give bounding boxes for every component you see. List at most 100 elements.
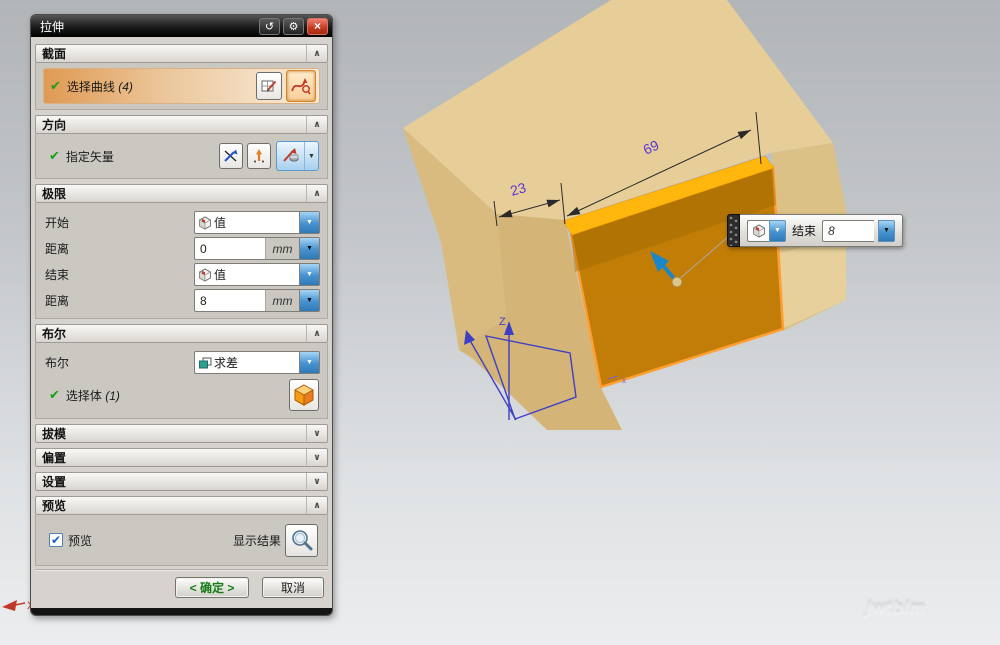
boolean-label: 布尔 bbox=[43, 354, 194, 371]
check-icon: ✔ bbox=[49, 387, 60, 403]
section-content-direction: ✔ 指定矢量 ▼ bbox=[35, 134, 328, 179]
section-content-preview: ✔ 预览 显示结果 bbox=[35, 515, 328, 566]
drag-handle-sphere[interactable] bbox=[672, 277, 682, 287]
solid-cube-icon bbox=[292, 383, 316, 407]
select-body-label: 选择体 bbox=[66, 389, 102, 403]
end-type-value: 值 bbox=[214, 266, 299, 283]
chevron-down-icon[interactable]: ∨ bbox=[306, 425, 327, 442]
chevron-down-icon[interactable]: ∨ bbox=[306, 449, 327, 466]
preview-checkbox[interactable]: ✔ bbox=[49, 533, 63, 547]
watermark: jwtbim bbox=[866, 598, 976, 620]
section-header-boolean[interactable]: 布尔 ∧ bbox=[35, 324, 328, 343]
chevron-down-icon[interactable]: ∨ bbox=[306, 473, 327, 490]
dialog-title: 拉伸 bbox=[40, 18, 256, 35]
section-content-boolean: 布尔 求差 ▼ ✔ 选择体 (1) bbox=[35, 343, 328, 419]
section-header-limits[interactable]: 极限 ∧ bbox=[35, 184, 328, 203]
dialog-titlebar[interactable]: 拉伸 ↺ ⚙ × bbox=[31, 15, 332, 37]
boolean-type-value: 求差 bbox=[214, 354, 299, 371]
dropdown-arrow-icon[interactable]: ▼ bbox=[769, 220, 786, 242]
application-window: Z x 69 23 X jwtbim bbox=[0, 0, 1000, 645]
value-cube-icon bbox=[747, 220, 769, 242]
dialog-resize-bar[interactable] bbox=[31, 608, 332, 615]
section-content-limits: 开始 值 ▼ 距离 mm ▼ 结束 bbox=[35, 203, 328, 319]
orange-arrow-icon bbox=[251, 148, 267, 164]
select-curve-count: (4) bbox=[118, 80, 133, 94]
cancel-button[interactable]: 取消 bbox=[262, 577, 324, 598]
start-distance-unit: mm bbox=[265, 238, 299, 259]
select-body-button[interactable] bbox=[289, 379, 319, 411]
sketch-x-axis-label: x bbox=[622, 376, 626, 385]
select-curve-label: 选择曲线 bbox=[67, 80, 115, 94]
curve-icon bbox=[290, 75, 312, 97]
specify-vector-label: 指定矢量 bbox=[66, 148, 215, 165]
chevron-up-icon[interactable]: ∧ bbox=[306, 116, 327, 133]
x-axis-line bbox=[15, 603, 25, 605]
select-curve-row[interactable]: ✔ 选择曲线 (4) bbox=[43, 68, 320, 104]
select-body-count: (1) bbox=[105, 389, 120, 403]
chevron-up-icon[interactable]: ∧ bbox=[306, 497, 327, 514]
curve-select-button[interactable] bbox=[286, 70, 316, 102]
check-icon: ✔ bbox=[50, 78, 61, 94]
vector-arrow-icon bbox=[277, 142, 304, 170]
toolbar-drag-grip[interactable] bbox=[727, 214, 740, 247]
end-distance-field: mm ▼ bbox=[194, 289, 320, 312]
start-label: 开始 bbox=[43, 214, 194, 231]
x-axis-arrowhead bbox=[2, 600, 17, 611]
boolean-type-dropdown[interactable]: 求差 ▼ bbox=[194, 351, 320, 374]
gear-icon[interactable]: ⚙ bbox=[283, 18, 304, 35]
sketch-icon bbox=[260, 77, 278, 95]
end-limit-option-dropdown[interactable]: ▼ bbox=[747, 220, 786, 242]
end-distance-spinner[interactable]: ▼ bbox=[878, 220, 895, 242]
specify-vector-row[interactable]: ✔ 指定矢量 ▼ bbox=[43, 139, 320, 173]
mini-toolbar-panel: ▼ 结束 ▼ bbox=[740, 214, 903, 247]
chevron-up-icon[interactable]: ∧ bbox=[306, 325, 327, 342]
extrude-dialog: 拉伸 ↺ ⚙ × 截面 ∧ ✔ 选择曲线 (4) bbox=[30, 14, 333, 616]
show-result-label: 显示结果 bbox=[233, 532, 281, 549]
vector-cross-icon bbox=[223, 148, 239, 164]
section-header-draft[interactable]: 拔模 ∨ bbox=[35, 424, 328, 443]
z-axis-label: Z bbox=[499, 316, 506, 328]
start-distance-spinner[interactable]: ▼ bbox=[299, 238, 319, 259]
dropdown-arrow-icon[interactable]: ▼ bbox=[299, 212, 319, 233]
end-label: 结束 bbox=[43, 266, 194, 283]
on-screen-mini-toolbar: ▼ 结束 ▼ bbox=[727, 214, 903, 247]
start-distance-input[interactable] bbox=[195, 238, 265, 259]
value-cube-icon bbox=[198, 216, 212, 230]
ok-button[interactable]: < 确定 > bbox=[175, 577, 249, 598]
chevron-up-icon[interactable]: ∧ bbox=[306, 185, 327, 202]
section-header-cross-section[interactable]: 截面 ∧ bbox=[35, 44, 328, 63]
check-icon: ✔ bbox=[49, 148, 60, 164]
magnifier-icon bbox=[290, 528, 314, 552]
end-distance-input[interactable] bbox=[822, 220, 874, 242]
end-distance-unit: mm bbox=[265, 290, 299, 311]
dialog-footer: < 确定 > 取消 bbox=[35, 569, 328, 606]
end-distance-label: 距离 bbox=[43, 292, 194, 309]
end-distance-spinner[interactable]: ▼ bbox=[299, 290, 319, 311]
dropdown-arrow-icon[interactable]: ▼ bbox=[304, 142, 318, 170]
end-distance-input[interactable] bbox=[195, 290, 265, 311]
section-header-settings[interactable]: 设置 ∨ bbox=[35, 472, 328, 491]
end-distance-label: 结束 bbox=[790, 222, 818, 239]
start-type-dropdown[interactable]: 值 ▼ bbox=[194, 211, 320, 234]
section-header-offset[interactable]: 偏置 ∨ bbox=[35, 448, 328, 467]
section-content-cross-section: ✔ 选择曲线 (4) bbox=[35, 63, 328, 110]
select-body-row[interactable]: ✔ 选择体 (1) bbox=[43, 377, 320, 413]
dialog-body: 截面 ∧ ✔ 选择曲线 (4) 方向 ∧ bbox=[31, 37, 332, 606]
start-distance-field: mm ▼ bbox=[194, 237, 320, 260]
dropdown-arrow-icon[interactable]: ▼ bbox=[299, 352, 319, 373]
vector-direction-button[interactable]: ▼ bbox=[276, 141, 319, 171]
inferred-vector-button[interactable] bbox=[219, 143, 243, 169]
dropdown-arrow-icon[interactable]: ▼ bbox=[299, 264, 319, 285]
chevron-up-icon[interactable]: ∧ bbox=[306, 45, 327, 62]
close-icon[interactable]: × bbox=[307, 18, 328, 35]
sketch-section-button[interactable] bbox=[256, 72, 282, 100]
subtract-icon bbox=[198, 356, 212, 370]
show-result-button[interactable] bbox=[285, 524, 318, 557]
value-cube-icon bbox=[198, 268, 212, 282]
end-type-dropdown[interactable]: 值 ▼ bbox=[194, 263, 320, 286]
start-type-value: 值 bbox=[214, 214, 299, 231]
vector-dialog-button[interactable] bbox=[247, 143, 271, 169]
reset-icon[interactable]: ↺ bbox=[259, 18, 280, 35]
section-header-preview[interactable]: 预览 ∧ bbox=[35, 496, 328, 515]
section-header-direction[interactable]: 方向 ∧ bbox=[35, 115, 328, 134]
